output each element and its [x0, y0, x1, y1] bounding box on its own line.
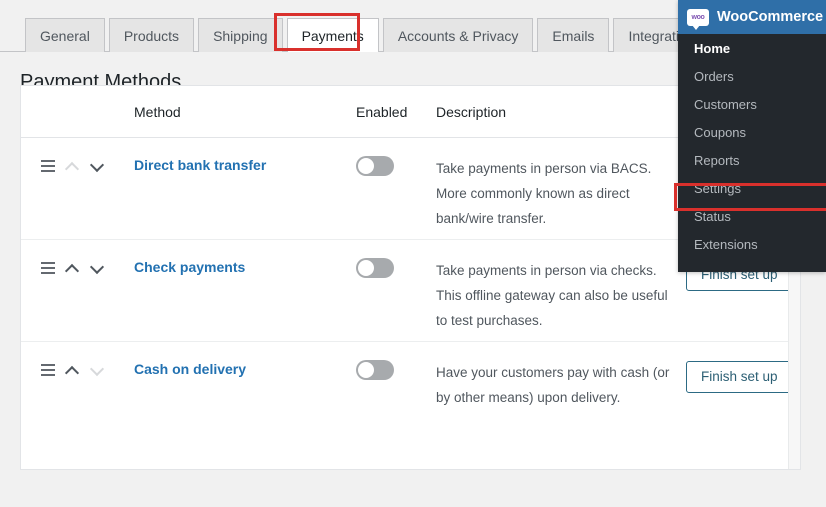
wc-menu-item-reports[interactable]: Reports — [678, 146, 826, 174]
drag-handle-icon[interactable] — [41, 160, 55, 172]
tab-payments[interactable]: Payments — [286, 18, 379, 52]
tab-general[interactable]: General — [25, 18, 105, 52]
tab-accounts-privacy[interactable]: Accounts & Privacy — [382, 18, 534, 52]
finish-setup-button[interactable]: Finish set up — [686, 361, 793, 393]
wc-menu-item-coupons[interactable]: Coupons — [678, 118, 826, 146]
move-up-icon[interactable] — [64, 362, 80, 378]
payment-method-link[interactable]: Cash on delivery — [134, 361, 246, 377]
woocommerce-flyout-menu: woo WooCommerce Home Orders Customers Coupo… — [678, 0, 826, 272]
payment-method-description: Take payments in person via BACS. More c… — [436, 161, 652, 226]
wc-menu-item-home[interactable]: Home — [678, 34, 826, 62]
table-row: Cash on delivery Have your customers pay … — [21, 342, 800, 444]
toggle-knob — [358, 158, 374, 174]
wc-menu-item-orders[interactable]: Orders — [678, 62, 826, 90]
woocommerce-menu-title: WooCommerce — [717, 9, 824, 25]
move-down-icon[interactable] — [89, 362, 105, 378]
move-up-icon[interactable] — [64, 260, 80, 276]
woocommerce-menu-items: Home Orders Customers Coupons Reports Setting… — [678, 34, 826, 258]
woocommerce-logo-icon: woo — [687, 8, 709, 30]
tab-emails[interactable]: Emails — [537, 18, 610, 52]
enabled-toggle[interactable] — [356, 258, 394, 278]
drag-handle-icon[interactable] — [41, 364, 55, 376]
move-down-icon[interactable] — [89, 260, 105, 276]
column-header-description: Description — [436, 103, 507, 120]
payment-method-link[interactable]: Direct bank transfer — [134, 157, 266, 173]
payment-method-description: Take payments in person via checks. This… — [436, 263, 668, 328]
column-header-method: Method — [134, 103, 181, 120]
woocommerce-logo-text: woo — [691, 13, 705, 21]
move-down-icon[interactable] — [89, 158, 105, 174]
payment-method-link[interactable]: Check payments — [134, 259, 245, 275]
drag-handle-icon[interactable] — [41, 262, 55, 274]
toggle-knob — [358, 260, 374, 276]
payment-method-description: Have your customers pay with cash (or by… — [436, 365, 670, 405]
wc-menu-item-customers[interactable]: Customers — [678, 90, 826, 118]
tab-products[interactable]: Products — [108, 18, 195, 52]
woocommerce-menu-header: woo WooCommerce — [678, 0, 826, 34]
toggle-knob — [358, 362, 374, 378]
tab-shipping[interactable]: Shipping — [198, 18, 283, 52]
column-header-enabled: Enabled — [356, 103, 408, 120]
wc-menu-item-status[interactable]: Status — [678, 202, 826, 230]
wc-menu-item-extensions[interactable]: Extensions — [678, 230, 826, 258]
move-up-icon[interactable] — [64, 158, 80, 174]
enabled-toggle[interactable] — [356, 156, 394, 176]
enabled-toggle[interactable] — [356, 360, 394, 380]
wc-menu-item-settings[interactable]: Settings — [678, 174, 826, 202]
